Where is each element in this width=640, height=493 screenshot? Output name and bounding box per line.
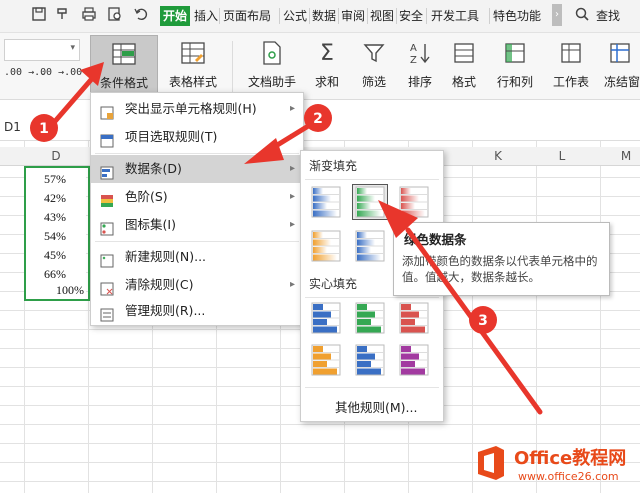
annotation-overlay: 1 2 3	[30, 62, 543, 415]
office-logo	[478, 446, 504, 480]
arrow-3	[378, 200, 543, 415]
arrow-2	[244, 117, 321, 164]
watermark-title: Office教程网	[514, 448, 627, 469]
step-number-2: 2	[313, 111, 323, 127]
watermark-url: www.office26.com	[518, 470, 619, 483]
watermark: Office教程网 www.office26.com	[470, 440, 636, 488]
step-number-1: 1	[39, 121, 49, 137]
step-number-3: 3	[478, 313, 488, 329]
